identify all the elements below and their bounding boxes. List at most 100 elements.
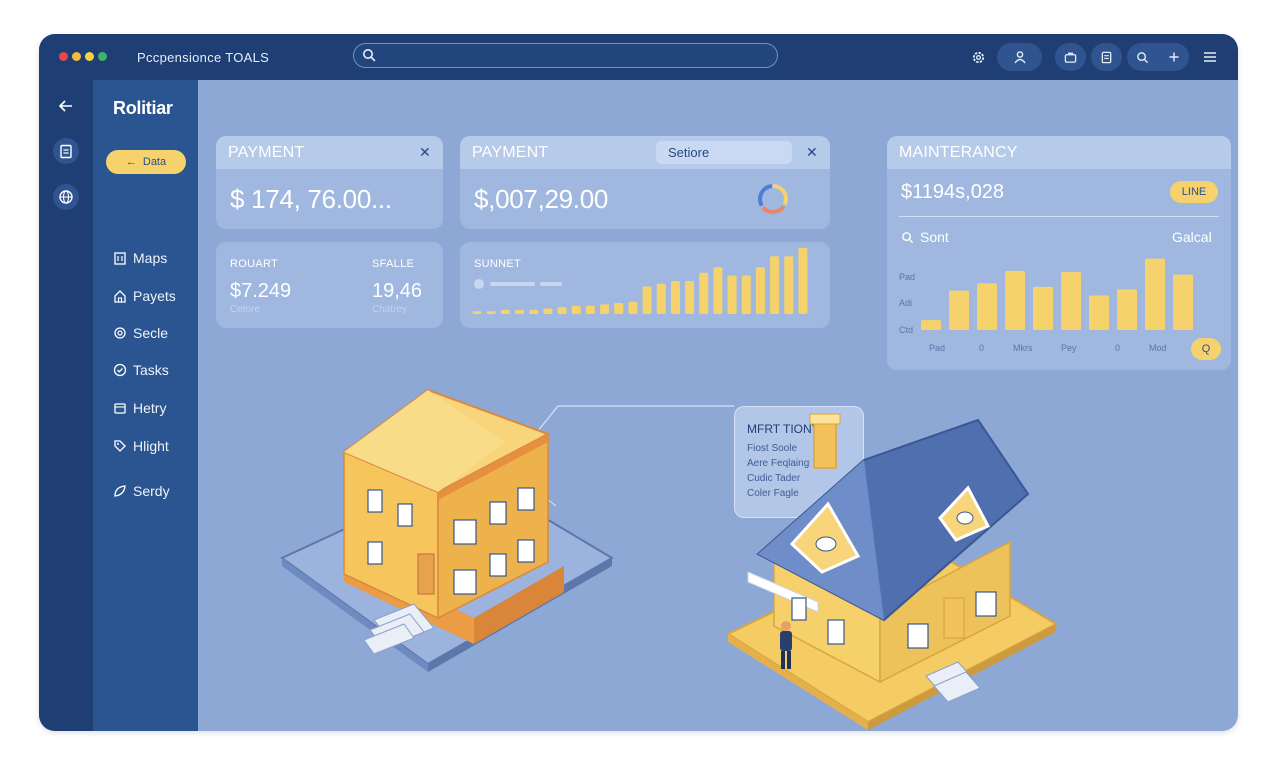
tag-icon [114,440,126,452]
search-icon[interactable] [1136,51,1149,64]
sidebar-item-label: Hetry [133,400,167,416]
settings-button[interactable] [967,43,989,71]
chart-bar [628,301,638,314]
briefcase-icon [1064,52,1077,63]
search-add-group[interactable] [1127,43,1189,71]
payment-amount: $ 174, 76.00... [230,184,392,214]
sidebar-item-tasks[interactable]: Tasks [113,362,169,378]
chart-bar [670,281,680,314]
calculate-link[interactable]: Galcal [1172,229,1212,245]
building-icon [114,252,126,265]
sidebar-item-label: Payets [133,288,176,304]
y-tick-label: Adi [899,298,913,308]
clipboard-button[interactable] [53,138,79,164]
chart-bar [977,283,997,330]
search-input[interactable] [382,46,766,66]
data-button[interactable]: ← Data [106,150,186,174]
x-tick-label: Pey [1061,343,1077,353]
app-title: Pccpensionce TOALS [137,50,270,65]
leaf-icon [114,485,126,497]
maintenance-card[interactable]: MAINTERANCY $1194s,028 LINE Sont Galcal … [887,136,1231,370]
sidebar-title: Rolitiar [113,98,173,118]
top-bar: Pccpensionce TOALS [39,34,1238,80]
sidebar-item-hetry[interactable]: Hetry [113,400,166,416]
clipboard-icon [60,144,72,159]
x-tick-label: Pad [929,343,946,353]
chart-bar [585,305,595,314]
user-button[interactable] [997,43,1042,71]
chart-bar [472,311,482,314]
chart-bar [699,272,709,314]
chart-bar [600,304,610,314]
sidebar-item-label: Hlight [133,438,169,454]
minimize-window-button[interactable] [72,52,81,61]
chart-zoom-button[interactable]: Q [1191,338,1221,360]
stat-sub: Cetore [230,304,261,315]
line-toggle-button[interactable]: LINE [1170,181,1218,203]
card-search[interactable]: Sont [901,229,949,245]
chart-bar [529,309,539,314]
donut-chart-icon [758,184,788,214]
menu-button[interactable] [1199,43,1221,71]
chart-bar [949,290,969,330]
x-tick-label: 0 [1115,343,1121,353]
chart-bar [571,305,581,314]
back-arrow-icon: ← [125,156,137,168]
sidebar-item-maps[interactable]: Maps [113,250,167,266]
maximize-window-button[interactable] [85,52,94,61]
document-button[interactable] [1091,43,1122,71]
sidebar-item-hlight[interactable]: Hlight [113,438,169,454]
back-button[interactable] [53,93,79,119]
payment-card[interactable]: PAYMENT ✕ $ 174, 76.00... [216,136,443,229]
menu-icon [1204,52,1216,62]
two-story-house-illustration [280,388,614,672]
chart-bar [741,275,751,314]
search-bar[interactable] [353,43,778,68]
stat-value: $7.249 [230,280,292,302]
window-controls [59,52,107,61]
payment-amount: $,007,29.00 [474,184,609,214]
document-icon [1101,51,1112,63]
tab-setiore[interactable]: Setiore [656,141,792,164]
close-window-button[interactable] [59,52,68,61]
user-icon [1013,51,1026,64]
sidebar-item-serdy[interactable]: Serdy [113,483,170,499]
card-title: PAYMENT [472,144,549,161]
house-icon [114,290,126,303]
data-button-label: Data [142,156,167,168]
stat-label: ROUART [230,258,279,270]
chart-bar [685,281,695,314]
close-icon[interactable]: ✕ [419,144,431,161]
sidebar-item-secle[interactable]: Secle [113,325,168,341]
stat-value: 19,46 [372,280,423,302]
chart-bar [642,286,652,314]
globe-icon [59,190,73,204]
card-search-label: Sont [920,229,949,245]
sidebar-item-payets[interactable]: Payets [113,288,176,304]
card-title: MAINTERANCY [899,144,1018,161]
close-icon[interactable]: ✕ [806,144,818,161]
divider [899,216,1219,217]
summary-bar-chart [472,248,808,314]
sidebar-item-label: Maps [133,250,168,266]
summary-chart-card[interactable]: SUNNET [460,242,830,328]
chart-bar [713,267,723,314]
chart-bar [1033,286,1053,330]
chart-bar [1061,272,1081,330]
globe-button[interactable] [53,184,79,210]
stat-label: SFALLE [372,258,415,270]
chart-bar [486,311,496,314]
icon-rail [39,80,93,731]
app-window: Pccpensionce TOALS Rolitiar ← Data Maps … [39,34,1238,731]
settings-icon [972,51,984,63]
stats-card[interactable]: ROUART $7.249 Cetore SFALLE 19,46 Chatre… [216,242,443,328]
y-tick-label: Ctd [899,325,914,335]
chart-bar [500,309,510,314]
plus-icon[interactable] [1168,51,1180,63]
main-content: PAYMENT ✕ $ 174, 76.00... PAYMENT Setior… [198,80,1238,731]
payment-card-secondary[interactable]: PAYMENT Setiore ✕ $,007,29.00 [460,136,830,229]
card-title: PAYMENT [228,144,305,161]
chart-bar [727,275,737,314]
briefcase-button[interactable] [1055,43,1086,71]
chart-bar [543,308,553,314]
